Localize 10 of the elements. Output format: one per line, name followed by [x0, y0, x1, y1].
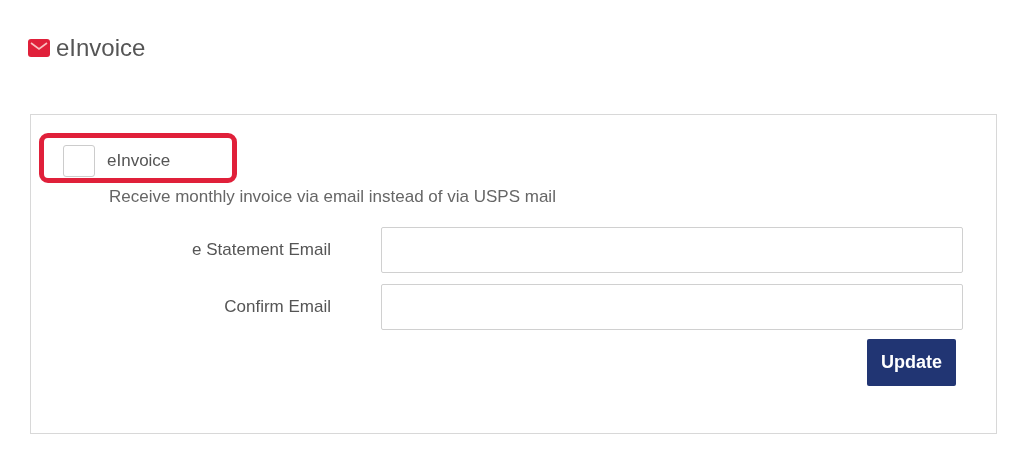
email-field[interactable] — [381, 284, 963, 330]
checkbox[interactable] — [63, 145, 95, 177]
page-title: eInvoice — [56, 34, 146, 62]
field-label: Confirm Email — [223, 297, 331, 317]
update-button[interactable]: Update — [867, 339, 956, 386]
option-description: Receive monthly invoice via email instead of via USPS mail — [109, 187, 557, 207]
field-label: e Statement Email — [191, 240, 331, 260]
checkbox-label: eInvoice — [107, 151, 171, 171]
envelope-icon — [28, 39, 50, 57]
email-field[interactable] — [381, 227, 963, 273]
